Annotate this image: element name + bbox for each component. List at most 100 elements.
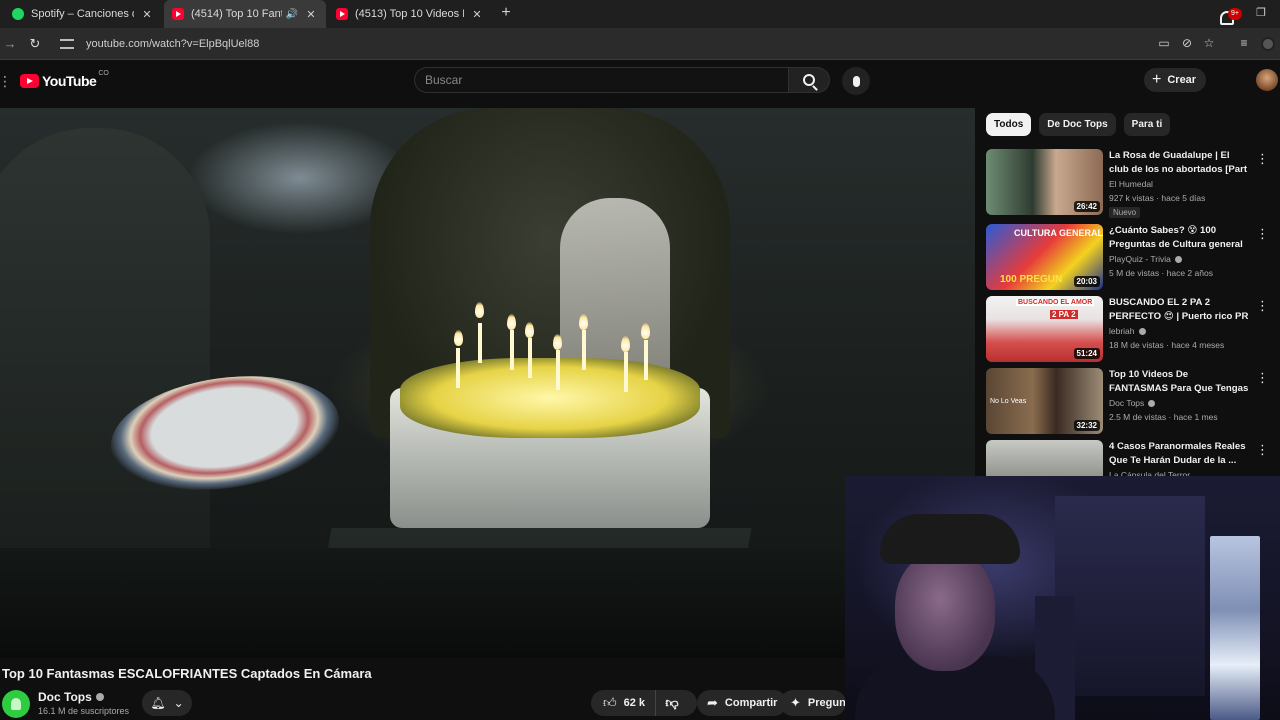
recommendation-channel[interactable]: El Humedal [1109,179,1153,189]
recommendation-channel-link[interactable]: Doc Tops [1109,398,1156,408]
chip-de-doc-tops[interactable]: De Doc Tops [1039,113,1116,136]
tab-youtube-fantasmas[interactable]: (4514) Top 10 Fantasmas ES 🔊 ✕ [164,0,326,28]
recommendation-item[interactable]: 26:42 La Rosa de Guadalupe | El club de … [986,149,1276,218]
tab-youtube-videos[interactable]: (4513) Top 10 Videos ESCALOF ✕ [328,0,492,28]
thumbnail-text: CULTURA GENERAL [1014,228,1103,238]
webcam-overlay [845,476,1280,720]
candle-flame [507,314,516,330]
more-actions-icon[interactable]: ⋮ [1256,151,1269,167]
recommendation-title[interactable]: 4 Casos Paranormales Reales Que Te Harán… [1109,440,1249,468]
video-thumbnail[interactable]: CULTURA GENERAL 100 PREGUN 20:03 [986,224,1103,290]
subscriber-count: 16.1 M de suscriptores [38,706,130,716]
dislike-button[interactable]: 👎︎ [656,690,688,716]
more-actions-icon[interactable]: ⋮ [1256,442,1269,458]
chevron-down-icon: ⌄ [173,696,184,710]
candle [528,338,532,378]
thumbnail-text: 2 PA 2 [1050,310,1078,319]
chip-para-ti[interactable]: Para ti [1123,113,1171,136]
filter-chips: Todos De Doc Tops Para ti [986,113,1171,136]
account-avatar[interactable] [1256,69,1278,91]
recommendation-item[interactable]: BUSCANDO EL AMOR 2 PA 2 51:24 BUSCANDO E… [986,296,1276,364]
video-frame-cake-frosting [400,358,700,438]
candle-flame [621,336,630,352]
more-actions-icon[interactable]: ⋮ [1256,298,1269,314]
close-icon[interactable]: ✕ [304,8,318,21]
recommendation-title[interactable]: La Rosa de Guadalupe | El club de los no… [1109,149,1249,177]
new-tab-button[interactable]: + [498,5,514,21]
candle [644,340,648,380]
tab-title: (4513) Top 10 Videos ESCALOF [355,8,464,20]
maximize-icon[interactable]: ❐ [1253,6,1269,19]
thumbs-down-icon: 👎︎ [665,695,679,710]
duration-badge: 32:32 [1073,420,1100,431]
candle [624,352,628,392]
candle [582,330,586,370]
plus-icon: + [1152,71,1162,88]
recommendation-title[interactable]: ¿Cuánto Sabes? 😵 100 Preguntas de Cultur… [1109,224,1249,252]
subscription-notifications-button[interactable]: 🔔︎ ⌄ [142,690,192,716]
video-player[interactable] [0,108,975,658]
bookmark-star-icon[interactable]: ☆ [1201,36,1217,50]
candle-flame [454,330,463,346]
voice-search-button[interactable] [842,67,870,95]
tab-spotify[interactable]: Spotify – Canciones que te gust ✕ [4,0,162,28]
share-button[interactable]: ➦ Compartir [697,690,788,716]
youtube-logo[interactable]: YouTube CO [20,69,109,89]
search-icon [803,74,815,86]
reading-list-icon[interactable]: ≡ [1236,36,1252,50]
site-info-icon[interactable] [60,39,74,49]
recommendation-meta: 2.5 M de vistas · hace 1 mes [1109,412,1218,422]
reload-icon[interactable]: ↻ [27,36,43,52]
country-code: CO [98,69,109,77]
search-button[interactable] [788,67,830,93]
webcam-person-face [895,551,995,671]
more-actions-icon[interactable]: ⋮ [1256,370,1269,386]
youtube-play-icon [20,74,39,88]
thumbnail-text: BUSCANDO EL AMOR [1016,299,1095,306]
menu-icon[interactable]: ⋮ [0,73,12,90]
notification-count-badge: 9+ [1228,8,1242,20]
video-thumbnail[interactable]: BUSCANDO EL AMOR 2 PA 2 51:24 [986,296,1103,362]
search-input[interactable]: Buscar [414,67,788,93]
cast-icon[interactable]: ▭ [1156,36,1172,50]
create-button[interactable]: + Crear [1144,68,1207,92]
verified-icon [1138,327,1146,335]
channel-avatar[interactable] [2,690,30,718]
more-actions-icon[interactable]: ⋮ [1256,226,1269,242]
close-icon[interactable]: ✕ [140,8,154,21]
recommendation-title[interactable]: BUSCANDO EL 2 PA 2 PERFECTO 😍 | Puerto r… [1109,296,1249,324]
verified-icon [1148,399,1156,407]
browser-profile-icon[interactable] [1261,37,1275,51]
youtube-icon [172,8,184,20]
chip-todos[interactable]: Todos [986,113,1032,136]
candle-flame [579,314,588,330]
video-thumbnail[interactable]: No Lo Veas 32:32 [986,368,1103,434]
eye-off-icon[interactable]: ⊘ [1179,36,1195,50]
address-bar[interactable]: youtube.com/watch?v=ElpBqlUel88 [52,32,1232,56]
video-thumbnail[interactable]: 26:42 [986,149,1103,215]
tab-title: Spotify – Canciones que te gust [31,8,134,20]
close-icon[interactable]: ✕ [470,8,484,21]
recommendation-item[interactable]: No Lo Veas 32:32 Top 10 Videos De FANTAS… [986,368,1276,436]
recommendation-channel-link[interactable]: PlayQuiz - Trivia [1109,254,1182,264]
thumbnail-text: 100 PREGUN [1000,274,1063,285]
recommendation-title[interactable]: Top 10 Videos De FANTASMAS Para Que Teng… [1109,368,1249,396]
forward-icon[interactable]: → [2,36,18,51]
recommendation-channel-link[interactable]: lebriah [1109,326,1146,336]
like-button[interactable]: 👍︎ 62 k [591,690,657,716]
candle [478,323,482,363]
url-text[interactable]: youtube.com/watch?v=ElpBqlUel88 [86,38,259,50]
channel-name-link[interactable]: Doc Tops [38,690,104,704]
webcam-background-wall [1055,496,1205,696]
speaker-icon[interactable]: 🔊 [286,9,298,20]
youtube-icon [336,8,348,20]
ask-button[interactable]: ✦ Pregunta [780,690,846,716]
recommendation-channel: Doc Tops [1109,398,1145,408]
tab-title: (4514) Top 10 Fantasmas ES [191,8,282,20]
spotify-icon [12,8,24,20]
youtube-masthead: ⋮ YouTube CO Buscar + Crear [0,61,1280,107]
recommendation-item[interactable]: CULTURA GENERAL 100 PREGUN 20:03 ¿Cuánto… [986,224,1276,292]
verified-icon [1174,255,1182,263]
new-badge: Nuevo [1109,207,1141,218]
candle [510,330,514,370]
